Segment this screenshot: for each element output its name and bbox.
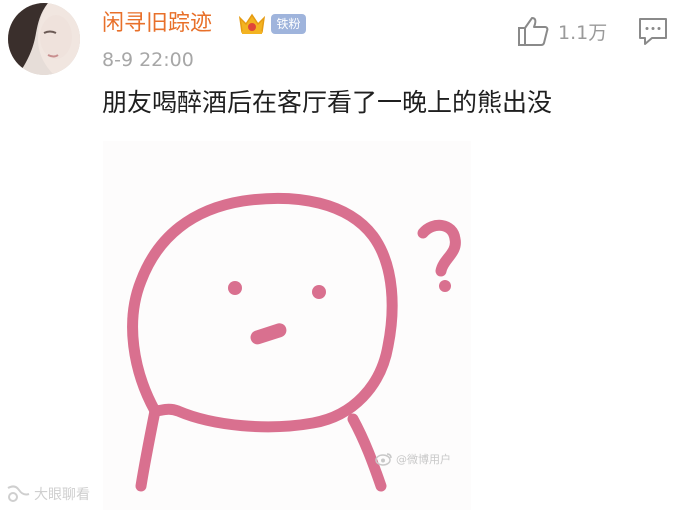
image-watermark: @微博用户 [375, 451, 451, 467]
weibo-logo-icon [375, 453, 392, 466]
author-name[interactable]: 闲寻旧踪迹 [102, 10, 212, 38]
comment-button[interactable] [636, 14, 670, 48]
avatar-image [8, 3, 80, 75]
fan-badge: 铁粉 [271, 14, 306, 34]
like-count: 1.1万 [558, 21, 608, 44]
thumbs-up-icon [518, 17, 549, 46]
post-timestamp: 8-9 22:00 [102, 49, 194, 71]
watermark: 大眼聊看 [5, 482, 90, 506]
image-watermark-text: @微博用户 [396, 453, 451, 466]
post-text: 朋友喝醉酒后在客厅看了一晚上的熊出没 [102, 88, 553, 117]
watermark-text: 大眼聊看 [34, 487, 90, 503]
watermark-logo-icon [7, 485, 30, 502]
like-button[interactable]: 1.1万 [516, 14, 616, 48]
crown-icon [238, 12, 266, 36]
avatar[interactable] [8, 3, 80, 75]
comment-icon [639, 18, 667, 45]
